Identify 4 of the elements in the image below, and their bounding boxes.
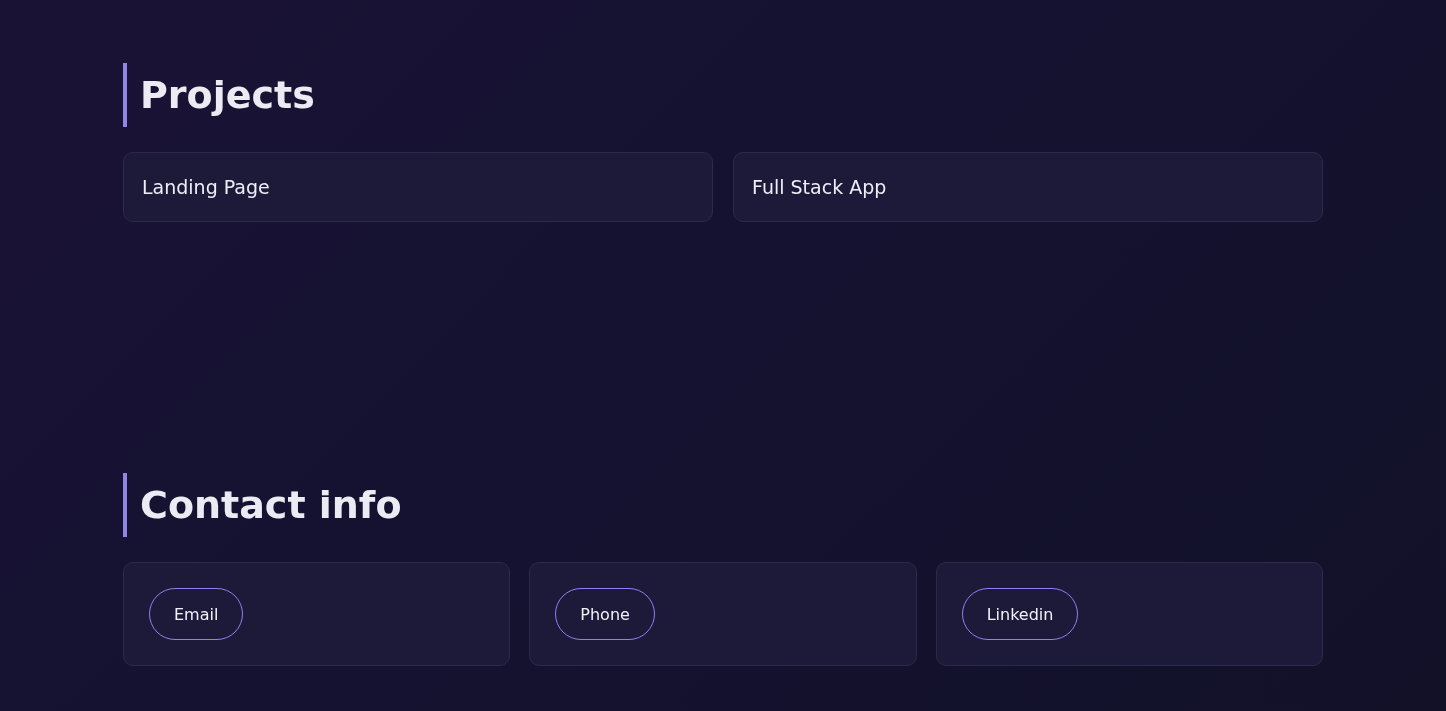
project-card[interactable]: Landing Page (123, 152, 713, 222)
section-heading: Contact info (123, 473, 402, 537)
section-heading: Projects (123, 63, 315, 127)
project-card[interactable]: Full Stack App (733, 152, 1323, 222)
